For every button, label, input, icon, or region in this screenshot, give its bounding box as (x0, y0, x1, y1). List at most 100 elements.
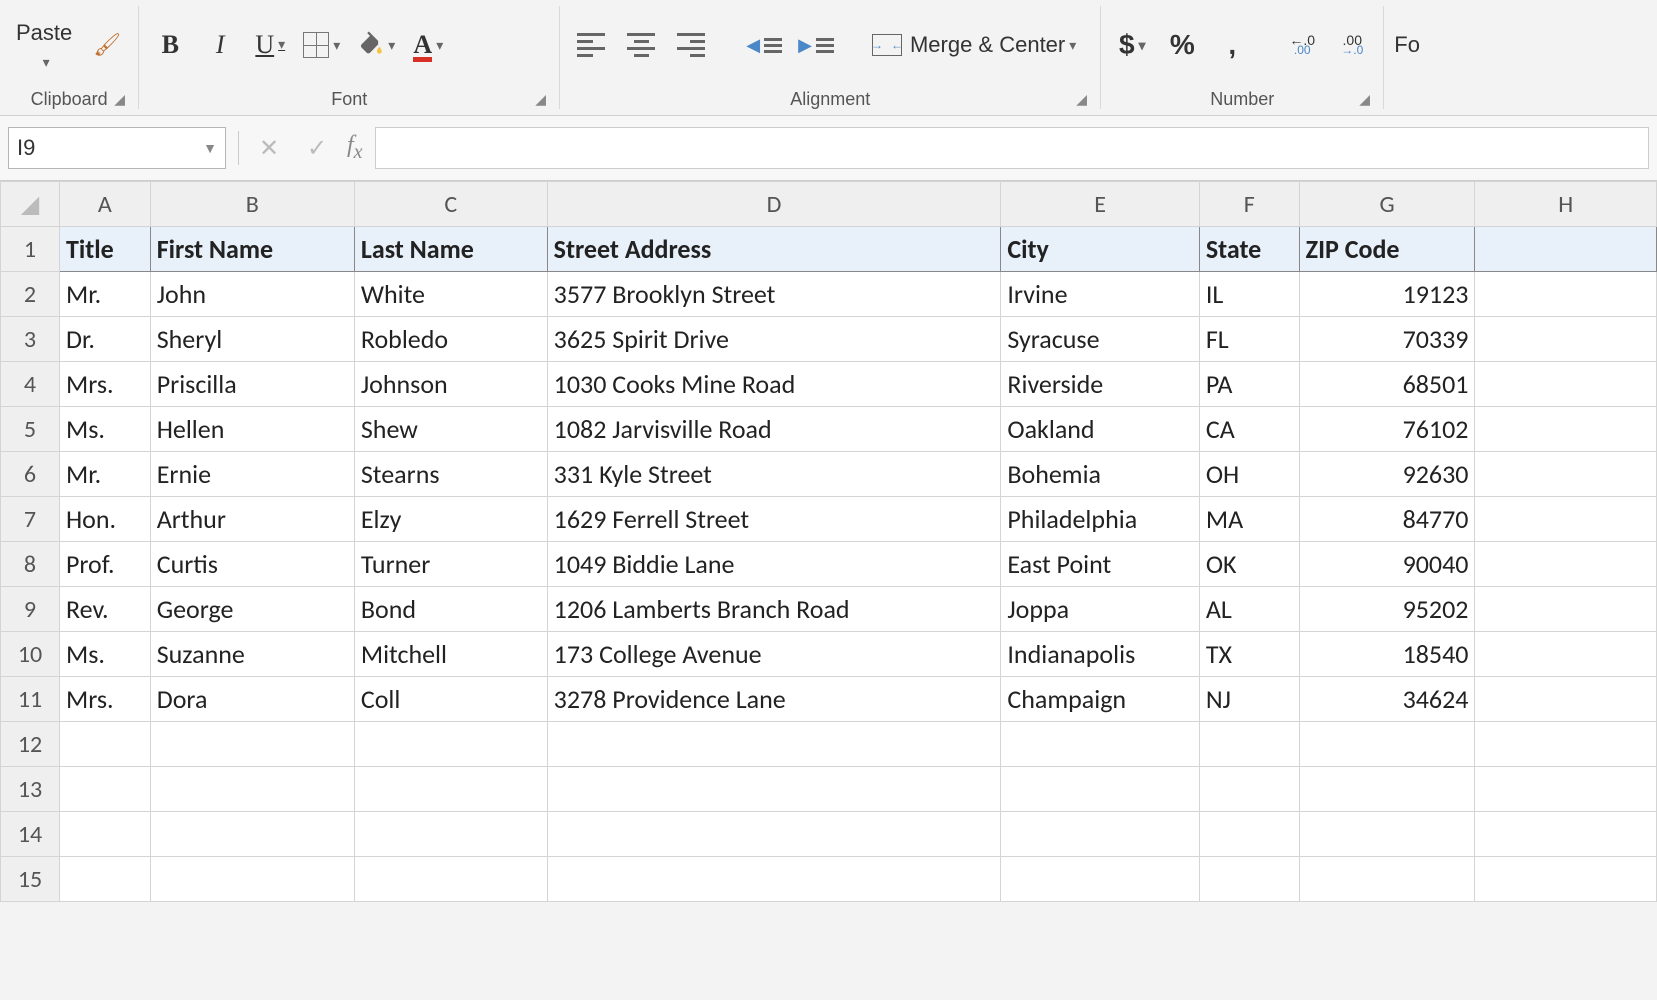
increase-indent-button[interactable]: ▶ (794, 27, 838, 63)
cell-A15[interactable] (59, 857, 150, 902)
cell-D6[interactable]: 331 Kyle Street (547, 452, 1001, 497)
cell-A6[interactable]: Mr. (59, 452, 150, 497)
cell-D11[interactable]: 3278 Providence Lane (547, 677, 1001, 722)
column-header-C[interactable]: C (354, 182, 547, 227)
cell-G15[interactable] (1299, 857, 1475, 902)
cell-D12[interactable] (547, 722, 1001, 767)
decrease-indent-button[interactable]: ◀ (742, 27, 786, 63)
cell-G4[interactable]: 68501 (1299, 362, 1475, 407)
cell-D4[interactable]: 1030 Cooks Mine Road (547, 362, 1001, 407)
name-box[interactable]: I9 ▼ (8, 127, 226, 169)
cell-F12[interactable] (1199, 722, 1299, 767)
cell-E10[interactable]: Indianapolis (1001, 632, 1199, 677)
cell-C4[interactable]: Johnson (354, 362, 547, 407)
accounting-format-button[interactable]: $▾ (1111, 27, 1153, 63)
row-header-6[interactable]: 6 (1, 452, 60, 497)
cell-G5[interactable]: 76102 (1299, 407, 1475, 452)
cell-F14[interactable] (1199, 812, 1299, 857)
row-header-9[interactable]: 9 (1, 587, 60, 632)
number-launcher-icon[interactable]: ◢ (1359, 91, 1375, 107)
cancel-formula-button[interactable]: ✕ (251, 130, 287, 166)
cell-E14[interactable] (1001, 812, 1199, 857)
cell-C14[interactable] (354, 812, 547, 857)
cell-G1[interactable]: ZIP Code (1299, 227, 1475, 272)
cell-F5[interactable]: CA (1199, 407, 1299, 452)
cell-A10[interactable]: Ms. (59, 632, 150, 677)
alignment-launcher-icon[interactable]: ◢ (1076, 91, 1092, 107)
cell-C1[interactable]: Last Name (354, 227, 547, 272)
cell-F4[interactable]: PA (1199, 362, 1299, 407)
cell-D1[interactable]: Street Address (547, 227, 1001, 272)
cell-C10[interactable]: Mitchell (354, 632, 547, 677)
cell-G3[interactable]: 70339 (1299, 317, 1475, 362)
cell-G10[interactable]: 18540 (1299, 632, 1475, 677)
cell-A5[interactable]: Ms. (59, 407, 150, 452)
cell-B13[interactable] (150, 767, 354, 812)
column-header-E[interactable]: E (1001, 182, 1199, 227)
cell-E5[interactable]: Oakland (1001, 407, 1199, 452)
cell-B6[interactable]: Ernie (150, 452, 354, 497)
fx-icon[interactable]: fx (347, 132, 363, 164)
cell-C12[interactable] (354, 722, 547, 767)
cell-C5[interactable]: Shew (354, 407, 547, 452)
row-header-15[interactable]: 15 (1, 857, 60, 902)
font-color-button[interactable]: A ▾ (407, 27, 449, 63)
cell-G6[interactable]: 92630 (1299, 452, 1475, 497)
cell-G12[interactable] (1299, 722, 1475, 767)
cell-E6[interactable]: Bohemia (1001, 452, 1199, 497)
column-header-H[interactable]: H (1475, 182, 1657, 227)
cell-C2[interactable]: White (354, 272, 547, 317)
cell-F9[interactable]: AL (1199, 587, 1299, 632)
cell-H2[interactable] (1475, 272, 1657, 317)
cell-A4[interactable]: Mrs. (59, 362, 150, 407)
cell-C15[interactable] (354, 857, 547, 902)
cell-C8[interactable]: Turner (354, 542, 547, 587)
row-header-1[interactable]: 1 (1, 227, 60, 272)
row-header-4[interactable]: 4 (1, 362, 60, 407)
cell-E2[interactable]: Irvine (1001, 272, 1199, 317)
cell-F7[interactable]: MA (1199, 497, 1299, 542)
row-header-10[interactable]: 10 (1, 632, 60, 677)
row-header-2[interactable]: 2 (1, 272, 60, 317)
cell-A13[interactable] (59, 767, 150, 812)
cell-A14[interactable] (59, 812, 150, 857)
row-header-13[interactable]: 13 (1, 767, 60, 812)
cell-F6[interactable]: OH (1199, 452, 1299, 497)
cell-E3[interactable]: Syracuse (1001, 317, 1199, 362)
cell-E9[interactable]: Joppa (1001, 587, 1199, 632)
format-painter-button[interactable]: 🖌 (86, 27, 128, 63)
cell-C6[interactable]: Stearns (354, 452, 547, 497)
cell-G14[interactable] (1299, 812, 1475, 857)
fill-color-button[interactable]: ▾ (352, 27, 399, 63)
cell-D15[interactable] (547, 857, 1001, 902)
comma-format-button[interactable]: , (1211, 27, 1253, 63)
cell-H6[interactable] (1475, 452, 1657, 497)
cell-D3[interactable]: 3625 Spirit Drive (547, 317, 1001, 362)
cell-C13[interactable] (354, 767, 547, 812)
cell-F15[interactable] (1199, 857, 1299, 902)
cell-B7[interactable]: Arthur (150, 497, 354, 542)
cell-E11[interactable]: Champaign (1001, 677, 1199, 722)
cell-B3[interactable]: Sheryl (150, 317, 354, 362)
merge-center-button[interactable]: →← Merge & Center ▾ (868, 27, 1080, 63)
cell-G9[interactable]: 95202 (1299, 587, 1475, 632)
column-header-D[interactable]: D (547, 182, 1001, 227)
cell-A3[interactable]: Dr. (59, 317, 150, 362)
align-right-button[interactable] (670, 27, 712, 63)
increase-decimal-button[interactable]: ←.0.00 (1281, 27, 1323, 63)
row-header-14[interactable]: 14 (1, 812, 60, 857)
row-header-11[interactable]: 11 (1, 677, 60, 722)
cell-G2[interactable]: 19123 (1299, 272, 1475, 317)
column-header-F[interactable]: F (1199, 182, 1299, 227)
cell-H12[interactable] (1475, 722, 1657, 767)
align-center-button[interactable] (620, 27, 662, 63)
cell-A1[interactable]: Title (59, 227, 150, 272)
cell-C3[interactable]: Robledo (354, 317, 547, 362)
cell-B15[interactable] (150, 857, 354, 902)
cell-D8[interactable]: 1049 Biddie Lane (547, 542, 1001, 587)
cell-A11[interactable]: Mrs. (59, 677, 150, 722)
italic-button[interactable]: I (199, 27, 241, 63)
cell-B14[interactable] (150, 812, 354, 857)
cell-E1[interactable]: City (1001, 227, 1199, 272)
column-header-B[interactable]: B (150, 182, 354, 227)
